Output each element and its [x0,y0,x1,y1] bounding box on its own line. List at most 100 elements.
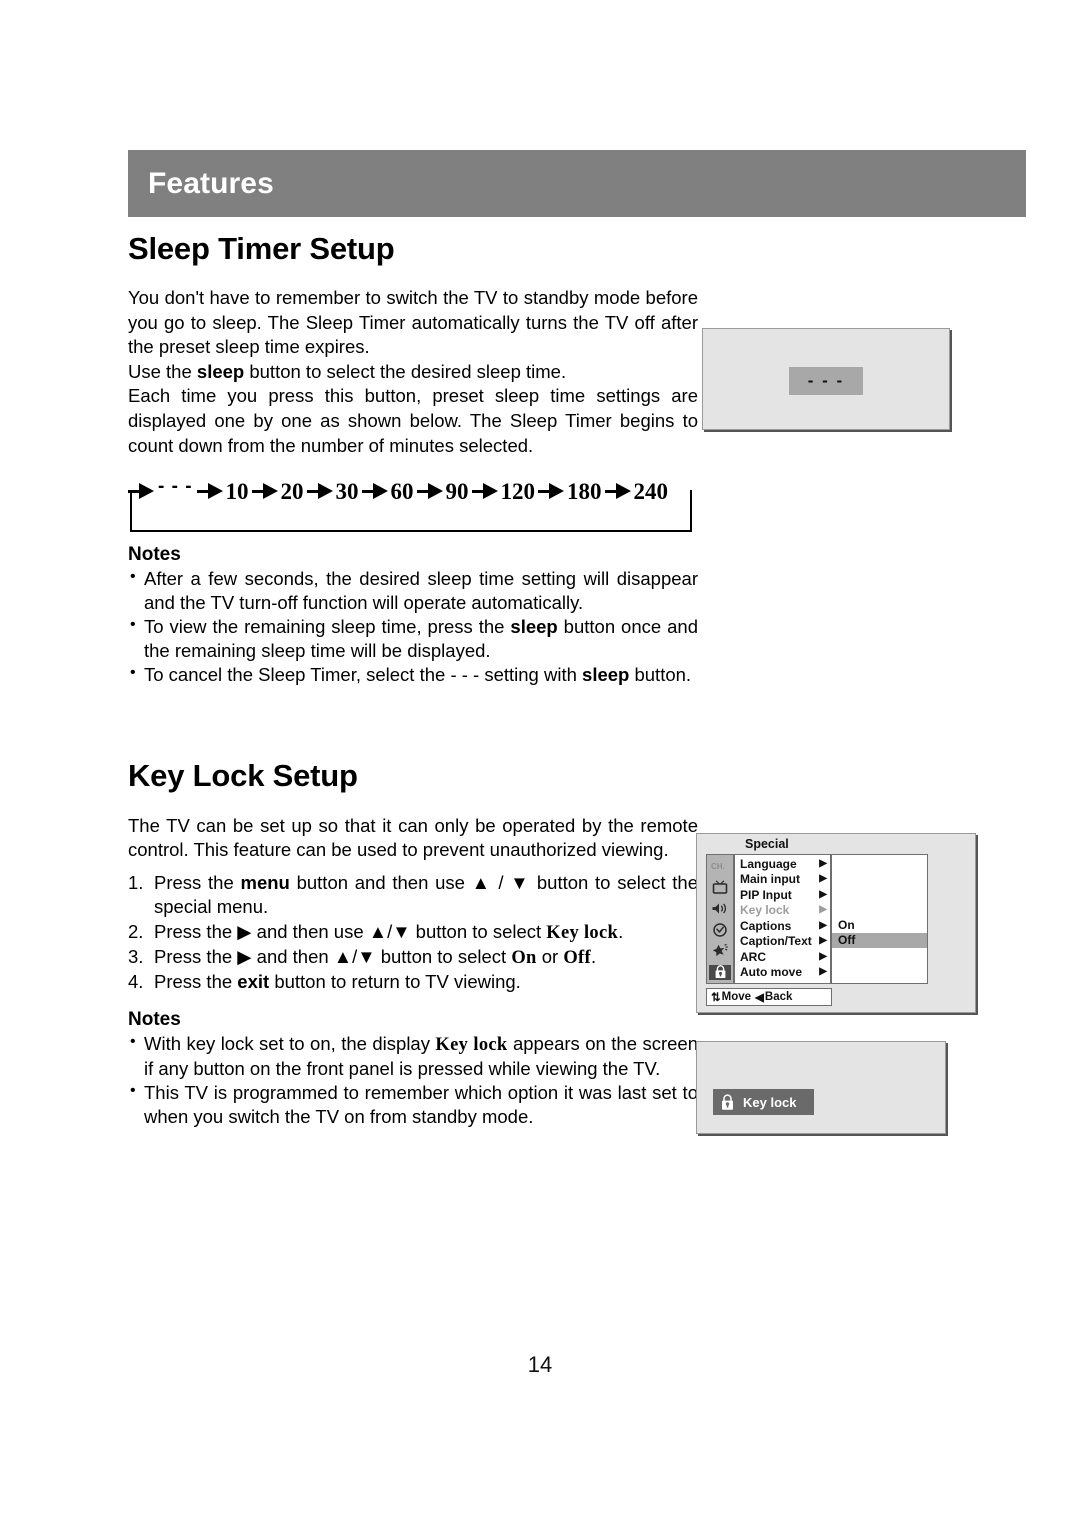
step-bold-2: Off [563,947,591,968]
sleep-p2-post: button to select the desired sleep time. [244,360,567,382]
list-item: To cancel the Sleep Timer, select the - … [128,663,698,687]
star-icon[interactable] [709,944,731,959]
list-item: 1. Press the menu button and then use ▲ /… [128,871,698,920]
sleep-notes-title: Notes [128,544,181,566]
sleep-button-keyword: sleep [196,360,245,382]
step-pre: Press the [154,871,241,893]
step-bold-1: exit [237,971,270,993]
step-mid: button to return to TV viewing. [269,971,521,993]
osd-icon-sidebar: CH. [706,854,734,984]
key-lock-section-title: Key Lock Setup [128,758,358,794]
sleep-paragraph-2: Use the sleep button to select the desir… [128,360,698,385]
osd-item-arc[interactable]: ARC ▶ [735,949,830,965]
list-item: 3. Press the ▶ and then ▲/▼ button to sel… [128,945,698,970]
note-pre: To cancel the Sleep Timer, select the - … [144,664,583,686]
back-hint: ◀ Back [755,990,792,1004]
sleep-notes-list: After a few seconds, the desired sleep t… [128,567,698,687]
page-title: Features [148,166,274,200]
list-item: This TV is programmed to remember which … [128,1081,698,1129]
keylock-paragraph-1: The TV can be set up so that it can only… [128,814,698,861]
osd-item-label: Auto move [740,965,803,980]
list-item: With key lock set to on, the display Key… [128,1032,698,1081]
clock-icon[interactable] [709,922,731,937]
step-pre: Press the ▶ and then ▲/▼ button to selec… [154,945,512,967]
osd-item-pip-input[interactable]: PIP Input ▶ [735,887,830,903]
note-post: button. [629,664,692,686]
sleep-timer-screen-illustration: - - - [702,328,950,430]
osd-menu-title: Special [745,837,789,851]
chevron-right-icon: ▶ [819,966,827,978]
note-pre: After a few seconds, the desired sleep t… [144,568,698,614]
tv-icon[interactable] [709,879,731,894]
step-number: 4. [128,971,144,993]
sequence-loop-line [130,490,692,533]
osd-item-main-input[interactable]: Main input ▶ [735,872,830,888]
note-pre: With key lock set to on, the display [144,1032,436,1054]
osd-item-label: ARC [740,949,766,964]
lock-icon [719,1093,736,1112]
step-bold-1: menu [240,871,290,893]
step-number: 2. [128,920,144,942]
speaker-icon[interactable] [709,901,731,916]
note-bold: sleep [510,616,558,638]
keylock-notes-list: With key lock set to on, the display Key… [128,1032,698,1129]
chevron-right-icon: ▶ [819,873,827,885]
list-item: 4. Press the exit button to return to TV … [128,970,698,994]
step-number: 3. [128,945,144,967]
list-item: 2. Press the ▶ and then use ▲/▼ button to… [128,920,698,945]
key-lock-banner-screen-illustration: Key lock [696,1041,946,1134]
step-bold-1: Key lock [546,922,619,943]
key-lock-steps-list: 1. Press the menu button and then use ▲ /… [128,871,698,995]
osd-item-label: Captions [740,918,792,933]
osd-item-language[interactable]: Language ▶ [735,856,830,872]
features-header-bar: Features [128,150,1026,217]
osd-item-caption-text[interactable]: Caption/Text ▶ [735,934,830,950]
osd-menu-item-list: Language ▶ Main input ▶ PIP Input ▶ Key … [734,854,831,984]
osd-item-key-lock[interactable]: Key lock ▶ [735,903,830,919]
osd-item-label: Caption/Text [740,934,812,949]
chevron-right-icon: ▶ [819,935,827,947]
keylock-notes-title: Notes [128,1008,181,1030]
step-pre: Press the [154,971,238,993]
chevron-right-icon: ▶ [819,888,827,900]
note-bold: sleep [582,664,630,686]
list-item: After a few seconds, the desired sleep t… [128,567,698,615]
step-number: 1. [128,871,144,893]
list-item: To view the remaining sleep time, press … [128,615,698,663]
osd-footer-hints: ⇅ Move ◀ Back [706,988,832,1006]
osd-item-label: Main input [740,872,800,887]
osd-submenu-spacer [832,855,927,917]
step-mid: . [618,920,624,942]
move-label: Move [721,991,752,1003]
osd-item-label: Key lock [740,903,790,918]
chevron-right-icon: ▶ [819,919,827,931]
osd-item-label: PIP Input [740,887,792,902]
sleep-sequence-diagram: - - - 10 20 30 60 90 120 180 240 [128,474,698,536]
channel-icon[interactable]: CH. [709,858,731,873]
osd-item-captions[interactable]: Captions ▶ [735,918,830,934]
lock-icon[interactable] [709,964,731,980]
note-pre: To view the remaining sleep time, press … [144,616,511,638]
sleep-paragraph-3: Each time you press this button, preset … [128,385,698,456]
step-pre: Press the ▶ and then use ▲/▼ button to s… [154,920,547,942]
back-label: Back [764,991,793,1003]
key-lock-osd-banner: Key lock [713,1089,815,1115]
page-number: 14 [527,1352,553,1377]
osd-item-auto-move[interactable]: Auto move ▶ [735,965,830,981]
key-lock-banner-label: Key lock [743,1094,797,1110]
move-hint: ⇅ Move [711,990,751,1004]
sleep-paragraph-1: You don't have to remember to switch the… [128,287,698,358]
osd-option-off[interactable]: Off [832,932,927,948]
sleep-timer-section-title: Sleep Timer Setup [128,231,395,266]
chevron-right-icon: ▶ [819,904,827,916]
up-down-arrow-icon: ⇅ [711,992,721,1004]
svg-text:CH.: CH. [711,862,725,871]
sleep-timer-osd-value: - - - [789,367,863,395]
osd-option-on[interactable]: On [832,917,927,933]
chevron-right-icon: ▶ [819,950,827,962]
osd-submenu-panel: On Off [831,854,928,984]
step-bold-1: On [511,947,537,968]
content-column: Sleep Timer Setup You don't have to reme… [128,231,698,1129]
special-menu-screen-illustration: Special CH. Language ▶ Main input ▶ PIP … [696,833,976,1013]
step-post: . [590,945,597,967]
